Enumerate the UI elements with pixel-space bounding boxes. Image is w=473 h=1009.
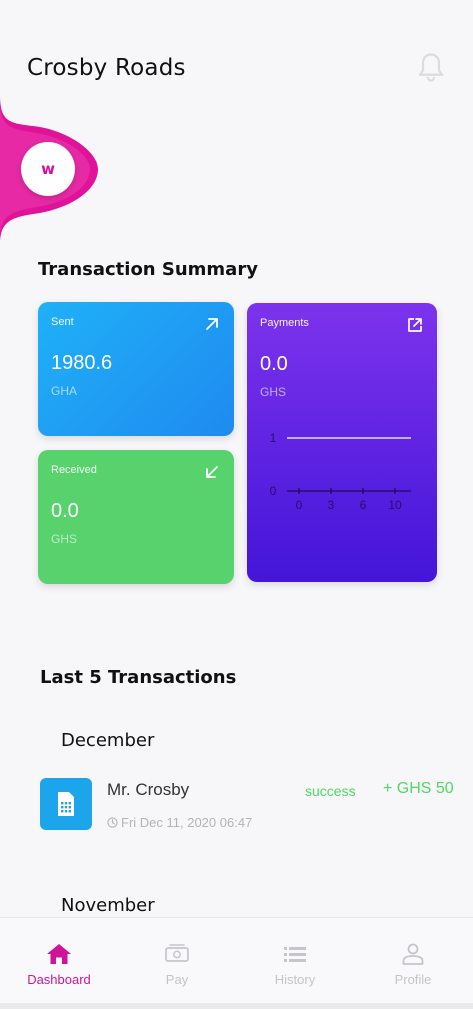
nav-profile[interactable]: Profile	[354, 918, 472, 1004]
received-amount: 0.0	[51, 500, 79, 522]
received-currency: GHS	[51, 532, 78, 546]
transaction-status: success	[305, 783, 356, 799]
bottom-navigation: Dashboard Pay History Profile	[0, 917, 473, 1003]
x-tick-label: 3	[328, 498, 335, 512]
external-link-icon	[408, 318, 422, 332]
person-icon	[402, 943, 424, 965]
home-icon	[47, 944, 71, 964]
money-icon	[165, 944, 189, 962]
x-tick-label: 6	[360, 498, 367, 512]
sent-card[interactable]: Sent 1980.6 GHA	[38, 302, 234, 436]
y-tick-label: 1	[270, 431, 277, 445]
payments-currency: GHS	[260, 385, 287, 399]
clock-icon	[107, 817, 118, 828]
section-title-summary: Transaction Summary	[38, 259, 258, 280]
transaction-sim-icon[interactable]	[40, 778, 92, 830]
avatar[interactable]: w	[21, 142, 75, 196]
sim-card-icon	[58, 792, 74, 816]
payments-amount: 0.0	[260, 353, 288, 375]
received-card[interactable]: Received 0.0 GHS	[38, 450, 234, 584]
month-header-november: November	[61, 895, 155, 916]
nav-history[interactable]: History	[236, 918, 354, 1004]
nav-dashboard[interactable]: Dashboard	[0, 918, 118, 1004]
x-tick-label: 10	[388, 498, 402, 512]
arrow-up-right-icon	[206, 318, 218, 330]
transaction-date: Fri Dec 11, 2020 06:47	[107, 815, 252, 830]
x-tick-label: 0	[296, 498, 303, 512]
transaction-name: Mr. Crosby	[107, 780, 190, 799]
nav-label-profile: Profile	[394, 972, 432, 987]
nav-label-pay: Pay	[165, 972, 189, 987]
sent-currency: GHA	[51, 384, 78, 398]
bottom-strip	[0, 1003, 473, 1009]
nav-label-dashboard: Dashboard	[27, 972, 91, 987]
y-tick-label: 0	[270, 484, 277, 498]
bell-icon[interactable]	[416, 52, 446, 84]
nav-pay[interactable]: Pay	[118, 918, 236, 1004]
payments-label: Payments	[260, 317, 309, 329]
transaction-date-text: Fri Dec 11, 2020 06:47	[121, 815, 253, 830]
payments-chart: 100 3 6 10	[270, 431, 411, 512]
received-label: Received	[51, 464, 97, 476]
payments-card[interactable]: Payments 0.0 GHS 1 0 0 3 6 10	[247, 303, 437, 582]
nav-label-history: History	[274, 972, 316, 987]
sent-amount: 1980.6	[51, 352, 113, 374]
list-icon	[284, 947, 306, 962]
page-title: Crosby Roads	[27, 55, 186, 81]
section-title-last-transactions: Last 5 Transactions	[40, 667, 237, 688]
month-header-december: December	[61, 730, 155, 751]
sent-label: Sent	[51, 316, 74, 328]
arrow-down-left-icon	[206, 466, 218, 478]
transaction-amount: + GHS 50	[383, 780, 454, 797]
